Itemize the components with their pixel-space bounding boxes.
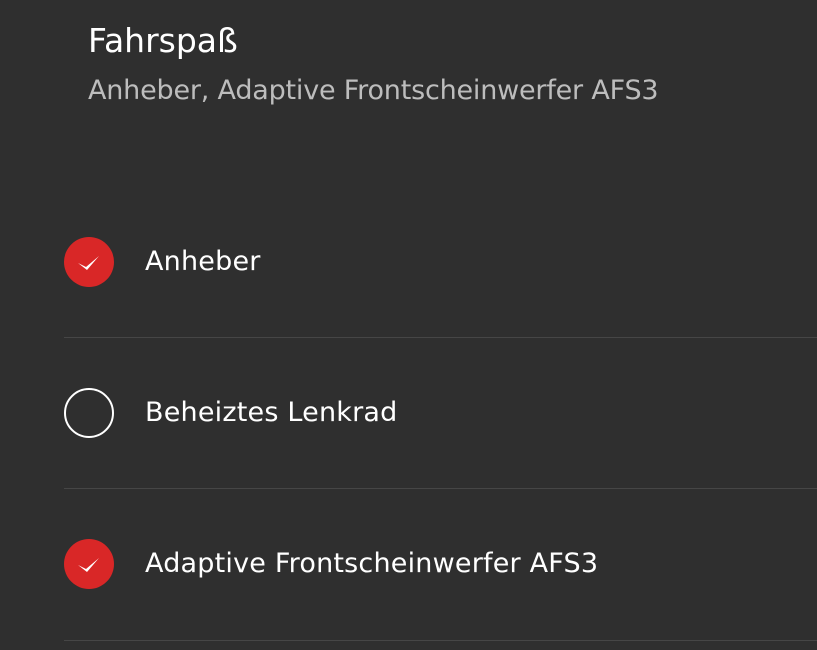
option-label: Anheber: [145, 246, 261, 277]
selection-summary: Anheber, Adaptive Frontscheinwerfer AFS3: [88, 75, 659, 106]
option-label: Adaptive Frontscheinwerfer AFS3: [145, 548, 599, 579]
option-label: Beheiztes Lenkrad: [145, 397, 398, 428]
header: Fahrspaß Anheber, Adaptive Frontscheinwe…: [88, 18, 817, 118]
option-adaptive-frontscheinwerfer[interactable]: Adaptive Frontscheinwerfer AFS3: [64, 489, 817, 641]
option-anheber[interactable]: Anheber: [64, 187, 817, 338]
page-title: Fahrspaß: [88, 21, 238, 60]
option-beheiztes-lenkrad[interactable]: Beheiztes Lenkrad: [64, 338, 817, 489]
option-checkbox-unchecked[interactable]: [64, 388, 114, 438]
option-checkbox-checked[interactable]: [64, 539, 114, 589]
option-checkbox-checked[interactable]: [64, 237, 114, 287]
option-list: Anheber Beheiztes Lenkrad Adaptive Front…: [64, 187, 817, 641]
check-icon: [78, 558, 99, 572]
check-icon: [78, 256, 99, 270]
